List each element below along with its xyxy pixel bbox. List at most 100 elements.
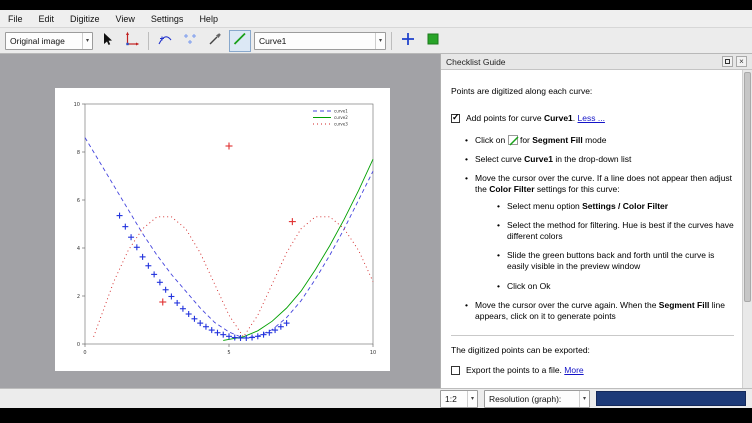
bullet-text: Move the cursor over the curve again. Wh… <box>475 300 734 322</box>
app-window: File Edit Digitize View Settings Help Or… <box>0 10 752 408</box>
axes-icon <box>124 31 140 50</box>
panel-title-bar[interactable]: Checklist Guide × <box>441 54 752 70</box>
segment-fill-tool-button[interactable] <box>229 30 251 52</box>
close-panel-button[interactable]: × <box>736 56 747 67</box>
export-checkbox[interactable] <box>451 366 460 375</box>
chevron-down-icon: ▾ <box>579 391 589 407</box>
bullet-move-cursor: • Move the cursor over the curve. If a l… <box>451 173 734 195</box>
axis-point-tool-button[interactable] <box>121 30 143 52</box>
curve-point-icon <box>157 31 173 50</box>
resolution-selector-combo[interactable]: Resolution (graph): ▾ <box>484 390 590 408</box>
image-selector-combo[interactable]: Original image ▾ <box>5 32 93 50</box>
chevron-down-icon: ▾ <box>467 391 477 407</box>
text-segment: Move the cursor over the curve again. Wh… <box>475 300 659 310</box>
menu-help[interactable]: Help <box>191 10 226 27</box>
text-segment: Select menu option <box>507 201 582 211</box>
text-segment: Add points for curve <box>466 113 544 123</box>
svg-text:6: 6 <box>77 198 80 204</box>
bullet-icon: • <box>497 201 507 212</box>
add-points-checkbox[interactable]: ✓ <box>451 114 460 123</box>
svg-text:10: 10 <box>370 350 376 356</box>
menu-view[interactable]: View <box>108 10 143 27</box>
text-segment: for <box>518 135 533 145</box>
status-bar: 1:2 ▾ Resolution (graph): ▾ <box>0 388 752 408</box>
menu-file[interactable]: File <box>0 10 31 27</box>
color-picker-tool-button[interactable] <box>204 30 226 52</box>
export-text: Export the points to a file. More <box>466 365 734 376</box>
less-link[interactable]: Less ... <box>578 113 605 123</box>
bullet-icon: • <box>465 135 475 146</box>
curve-point-tool-button[interactable] <box>154 30 176 52</box>
crosshair-tool-button[interactable] <box>397 30 419 52</box>
subbullet-slide-buttons: • Slide the green buttons back and forth… <box>451 250 734 272</box>
bullet-icon: • <box>465 300 475 322</box>
checklist-item-add-points: ✓ Add points for curve Curve1. Less ... <box>451 113 734 124</box>
graph-image[interactable]: 05100246810curve1curve2curve3 <box>55 88 390 371</box>
bullet-text: Select curve Curve1 in the drop-down lis… <box>475 154 734 165</box>
text-segment-bold: Segment Fill <box>532 135 583 145</box>
zoom-value: 1:2 <box>445 394 457 404</box>
curve-selector-value: Curve1 <box>259 36 286 46</box>
eyedropper-icon <box>207 31 223 50</box>
bullet-icon: • <box>465 154 475 165</box>
svg-text:4: 4 <box>77 246 80 252</box>
more-link[interactable]: More <box>564 365 583 375</box>
bullet-icon: • <box>465 173 475 195</box>
zoom-selector-combo[interactable]: 1:2 ▾ <box>440 390 478 408</box>
export-intro: The digitized points can be exported: <box>451 345 734 356</box>
cursor-arrow-icon <box>99 31 115 50</box>
curve-selector-combo[interactable]: Curve1 ▾ <box>254 32 386 50</box>
checklist-intro: Points are digitized along each curve: <box>451 86 734 97</box>
float-panel-button[interactable] <box>722 56 733 67</box>
svg-text:0: 0 <box>77 342 80 348</box>
svg-text:curve3: curve3 <box>334 122 348 127</box>
segment-fill-mini-icon <box>508 135 518 145</box>
panel-title: Checklist Guide <box>446 57 506 67</box>
screen: File Edit Digitize View Settings Help Or… <box>0 0 752 423</box>
checklist-body: Points are digitized along each curve: ✓… <box>441 70 742 388</box>
subbullet-click-ok: • Click on Ok <box>451 281 734 292</box>
float-icon <box>725 59 730 64</box>
blue-cross-icon <box>400 31 416 50</box>
menu-bar: File Edit Digitize View Settings Help <box>0 10 752 28</box>
menu-settings[interactable]: Settings <box>143 10 192 27</box>
svg-text:curve1: curve1 <box>334 109 348 114</box>
bullet-text: Click on Ok <box>507 281 734 292</box>
checklist-guide-panel: Checklist Guide × Points are digitized a… <box>440 54 752 388</box>
subbullet-filter-method: • Select the method for filtering. Hue i… <box>451 220 734 242</box>
bullet-icon: • <box>497 281 507 292</box>
section-divider <box>451 335 734 336</box>
bullet-text: Move the cursor over the curve. If a lin… <box>475 173 734 195</box>
text-segment: mode <box>583 135 607 145</box>
text-segment-bold: Curve1 <box>524 154 553 164</box>
toolbar-separator <box>391 32 392 50</box>
chevron-down-icon: ▾ <box>82 33 92 49</box>
text-segment: Export the points to a file. <box>466 365 564 375</box>
menu-edit[interactable]: Edit <box>31 10 63 27</box>
svg-text:8: 8 <box>77 150 80 156</box>
main-area: 05100246810curve1curve2curve3 Checklist … <box>0 54 752 388</box>
svg-text:0: 0 <box>83 350 86 356</box>
status-value-field[interactable] <box>596 391 746 406</box>
menu-digitize[interactable]: Digitize <box>62 10 108 27</box>
text-segment: Click on <box>475 135 508 145</box>
select-tool-button[interactable] <box>96 30 118 52</box>
text-segment-bold: Segment Fill <box>659 300 710 310</box>
scrollbar-thumb[interactable] <box>744 72 751 302</box>
segment-fill-icon <box>232 31 248 50</box>
text-segment-bold: Settings / Color Filter <box>582 201 668 211</box>
point-match-tool-button[interactable] <box>179 30 201 52</box>
document-canvas[interactable]: 05100246810curve1curve2curve3 <box>0 54 440 388</box>
text-segment: Select curve <box>475 154 524 164</box>
checklist-scrollbar[interactable] <box>742 70 752 388</box>
text-segment-bold: Curve1 <box>544 113 573 123</box>
bullet-generate-points: • Move the cursor over the curve again. … <box>451 300 734 322</box>
bullet-segment-fill-mode: • Click on for Segment Fill mode <box>451 135 734 146</box>
color-filter-display-button[interactable] <box>422 30 444 52</box>
toolbar-separator <box>148 32 149 50</box>
text-segment: in the drop-down list <box>553 154 631 164</box>
text-segment-bold: Color Filter <box>489 184 534 194</box>
bullet-icon: • <box>497 250 507 272</box>
green-square-icon <box>425 31 441 50</box>
svg-text:2: 2 <box>77 294 80 300</box>
